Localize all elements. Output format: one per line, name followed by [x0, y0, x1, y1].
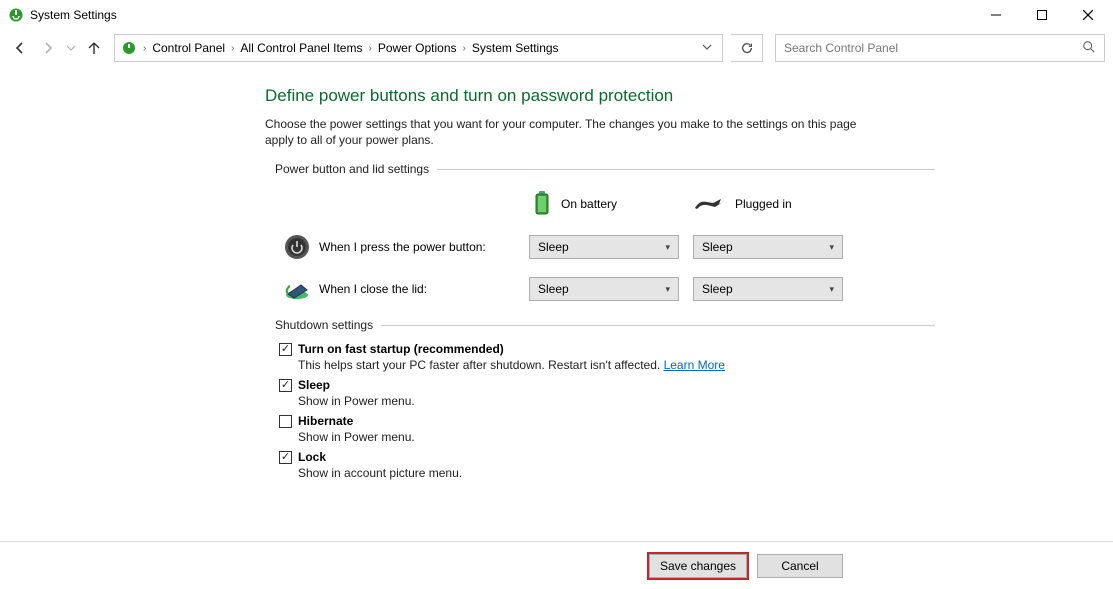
select-value: Sleep — [538, 240, 569, 254]
power-button-battery-select[interactable]: Sleep ▾ — [529, 235, 679, 259]
select-value: Sleep — [538, 282, 569, 296]
sleep-row: Sleep Show in Power menu. — [279, 378, 920, 408]
search-input[interactable]: Search Control Panel — [775, 34, 1105, 62]
fast-startup-label: Turn on fast startup (recommended) — [298, 342, 504, 356]
lid-icon — [283, 275, 311, 303]
fast-startup-checkbox[interactable] — [279, 343, 292, 356]
chevron-icon: › — [463, 43, 466, 54]
fast-startup-row: Turn on fast startup (recommended) This … — [279, 342, 920, 372]
col-plugged: Plugged in — [693, 194, 853, 215]
hibernate-row: Hibernate Show in Power menu. — [279, 414, 920, 444]
cancel-button[interactable]: Cancel — [757, 554, 843, 578]
forward-button[interactable] — [36, 36, 60, 60]
address-bar[interactable]: › Control Panel › All Control Panel Item… — [114, 34, 723, 62]
back-button[interactable] — [8, 36, 32, 60]
power-button-label: When I press the power button: — [319, 240, 529, 254]
window-title: System Settings — [30, 8, 117, 22]
sleep-checkbox[interactable] — [279, 379, 292, 392]
chevron-icon: › — [231, 43, 234, 54]
section-shutdown-label: Shutdown settings — [275, 318, 373, 332]
chevron-icon: › — [368, 43, 371, 54]
breadcrumb-item[interactable]: All Control Panel Items — [238, 41, 364, 55]
search-icon — [1082, 40, 1096, 57]
col-plugged-label: Plugged in — [735, 197, 792, 211]
plug-icon — [693, 194, 725, 215]
power-button-plugged-select[interactable]: Sleep ▾ — [693, 235, 843, 259]
sleep-sub: Show in Power menu. — [298, 394, 920, 408]
address-dropdown[interactable] — [696, 41, 718, 55]
lock-sub: Show in account picture menu. — [298, 466, 920, 480]
location-icon — [121, 40, 137, 56]
lid-label: When I close the lid: — [319, 282, 529, 296]
hibernate-sub: Show in Power menu. — [298, 430, 920, 444]
chevron-down-icon: ▾ — [665, 284, 670, 295]
lock-label: Lock — [298, 450, 326, 464]
hibernate-checkbox[interactable] — [279, 415, 292, 428]
chevron-down-icon: ▾ — [829, 242, 834, 253]
page-description: Choose the power settings that you want … — [265, 116, 865, 148]
divider — [437, 169, 935, 170]
select-value: Sleep — [702, 240, 733, 254]
section-shutdown: Shutdown settings — [275, 318, 935, 332]
power-button-row: When I press the power button: Sleep ▾ S… — [283, 230, 920, 264]
lock-row: Lock Show in account picture menu. — [279, 450, 920, 480]
sleep-label: Sleep — [298, 378, 330, 392]
title-bar: System Settings — [0, 0, 1113, 30]
lid-battery-select[interactable]: Sleep ▾ — [529, 277, 679, 301]
power-button-icon — [283, 233, 311, 261]
maximize-button[interactable] — [1019, 0, 1065, 30]
search-placeholder: Search Control Panel — [784, 41, 898, 55]
up-button[interactable] — [82, 36, 106, 60]
col-battery: On battery — [533, 190, 693, 219]
select-value: Sleep — [702, 282, 733, 296]
lid-plugged-select[interactable]: Sleep ▾ — [693, 277, 843, 301]
save-changes-button[interactable]: Save changes — [649, 554, 747, 578]
chevron-down-icon: ▾ — [665, 242, 670, 253]
minimize-button[interactable] — [973, 0, 1019, 30]
divider — [381, 325, 935, 326]
recent-dropdown[interactable] — [64, 36, 78, 60]
page-heading: Define power buttons and turn on passwor… — [265, 86, 920, 106]
main-content: Define power buttons and turn on passwor… — [0, 66, 920, 480]
chevron-down-icon: ▾ — [829, 284, 834, 295]
fast-startup-sub: This helps start your PC faster after sh… — [298, 358, 920, 372]
breadcrumb-item[interactable]: Power Options — [376, 41, 459, 55]
section-power-button: Power button and lid settings — [275, 162, 935, 176]
refresh-button[interactable] — [731, 34, 763, 62]
battery-icon — [533, 190, 551, 219]
footer: Save changes Cancel — [0, 541, 1113, 589]
col-battery-label: On battery — [561, 197, 617, 211]
chevron-icon: › — [143, 43, 146, 54]
lid-row: When I close the lid: Sleep ▾ Sleep ▾ — [283, 272, 920, 306]
learn-more-link[interactable]: Learn More — [664, 358, 725, 372]
section-power-label: Power button and lid settings — [275, 162, 429, 176]
close-button[interactable] — [1065, 0, 1111, 30]
nav-bar: › Control Panel › All Control Panel Item… — [0, 30, 1113, 66]
lock-checkbox[interactable] — [279, 451, 292, 464]
column-headers: On battery Plugged in — [275, 186, 920, 222]
breadcrumb-item[interactable]: System Settings — [470, 41, 561, 55]
app-icon — [8, 7, 24, 23]
hibernate-label: Hibernate — [298, 414, 353, 428]
breadcrumb-item[interactable]: Control Panel — [150, 41, 227, 55]
